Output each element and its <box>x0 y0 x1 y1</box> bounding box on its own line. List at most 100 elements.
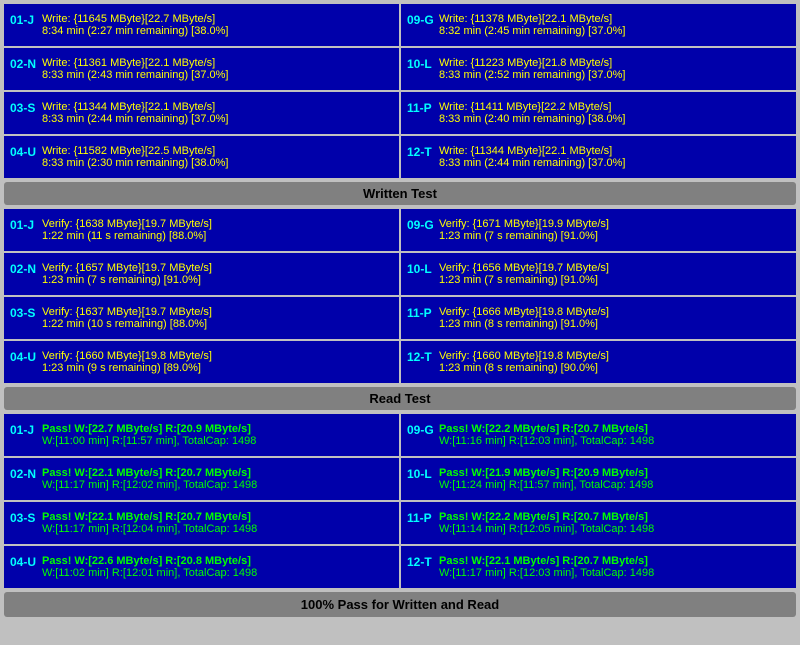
device-label: 03-S <box>10 511 38 525</box>
device-cell: 04-U Pass! W:[22.6 MByte/s] R:[20.8 MByte… <box>4 546 399 588</box>
device-cell: 10-L Write: {11223 MByte}[21.8 MByte/s]8:… <box>401 48 796 90</box>
device-cell: 02-N Write: {11361 MByte}[22.1 MByte/s]8:… <box>4 48 399 90</box>
device-label: 02-N <box>10 57 38 71</box>
device-cell: 04-U Verify: {1660 MByte}[19.8 MByte/s]1:… <box>4 341 399 383</box>
cell-line2: 8:33 min (2:40 min remaining) [38.0%] <box>439 113 790 125</box>
device-label: 12-T <box>407 555 435 569</box>
cell-line1: Pass! W:[22.1 MByte/s] R:[20.7 MByte/s] <box>42 467 393 479</box>
device-label: 10-L <box>407 57 435 71</box>
cell-line1: Pass! W:[22.7 MByte/s] R:[20.9 MByte/s] <box>42 423 393 435</box>
device-label: 04-U <box>10 145 38 159</box>
cell-line1: Write: {11411 MByte}[22.2 MByte/s] <box>439 101 790 113</box>
device-label: 01-J <box>10 13 38 27</box>
device-label: 10-L <box>407 467 435 481</box>
cell-line2: W:[11:00 min] R:[11:57 min], TotalCap: 1… <box>42 435 393 447</box>
device-cell: 11-P Write: {11411 MByte}[22.2 MByte/s]8:… <box>401 92 796 134</box>
read-grid: 01-J Pass! W:[22.7 MByte/s] R:[20.9 MByte… <box>4 414 796 588</box>
cell-line2: 1:23 min (9 s remaining) [89.0%] <box>42 362 393 374</box>
cell-line2: 8:33 min (2:30 min remaining) [38.0%] <box>42 157 393 169</box>
footer-status: 100% Pass for Written and Read <box>4 592 796 617</box>
device-label: 12-T <box>407 350 435 364</box>
device-cell: 12-T Verify: {1660 MByte}[19.8 MByte/s]1:… <box>401 341 796 383</box>
device-cell: 09-G Verify: {1671 MByte}[19.9 MByte/s]1:… <box>401 209 796 251</box>
device-cell: 02-N Verify: {1657 MByte}[19.7 MByte/s]1:… <box>4 253 399 295</box>
read-section: 01-J Pass! W:[22.7 MByte/s] R:[20.9 MByte… <box>4 414 796 588</box>
device-label: 10-L <box>407 262 435 276</box>
cell-line1: Write: {11344 MByte}[22.1 MByte/s] <box>439 145 790 157</box>
device-label: 02-N <box>10 262 38 276</box>
device-label: 12-T <box>407 145 435 159</box>
device-cell: 03-S Write: {11344 MByte}[22.1 MByte/s]8:… <box>4 92 399 134</box>
cell-line2: 8:33 min (2:43 min remaining) [37.0%] <box>42 69 393 81</box>
device-cell: 03-S Pass! W:[22.1 MByte/s] R:[20.7 MByte… <box>4 502 399 544</box>
cell-line1: Verify: {1656 MByte}[19.7 MByte/s] <box>439 262 790 274</box>
device-label: 09-G <box>407 13 435 27</box>
cell-line2: W:[11:14 min] R:[12:05 min], TotalCap: 1… <box>439 523 790 535</box>
device-cell: 09-GPass! W:[22.2 MByte/s] R:[20.7 MByte… <box>401 414 796 456</box>
device-cell: 04-U Write: {11582 MByte}[22.5 MByte/s]8:… <box>4 136 399 178</box>
verify-section: 01-JVerify: {1638 MByte}[19.7 MByte/s]1:… <box>4 209 796 383</box>
cell-line2: W:[11:17 min] R:[12:04 min], TotalCap: 1… <box>42 523 393 535</box>
device-cell: 01-J Write: {11645 MByte}[22.7 MByte/s]8:… <box>4 4 399 46</box>
cell-line1: Write: {11582 MByte}[22.5 MByte/s] <box>42 145 393 157</box>
device-label: 03-S <box>10 306 38 320</box>
device-cell: 12-T Write: {11344 MByte}[22.1 MByte/s]8:… <box>401 136 796 178</box>
device-cell: 09-GWrite: {11378 MByte}[22.1 MByte/s]8:… <box>401 4 796 46</box>
device-label: 04-U <box>10 350 38 364</box>
cell-line1: Verify: {1660 MByte}[19.8 MByte/s] <box>42 350 393 362</box>
device-cell: 11-P Verify: {1666 MByte}[19.8 MByte/s]1:… <box>401 297 796 339</box>
device-cell: 12-T Pass! W:[22.1 MByte/s] R:[20.7 MByte… <box>401 546 796 588</box>
cell-line1: Pass! W:[22.2 MByte/s] R:[20.7 MByte/s] <box>439 511 790 523</box>
cell-line1: Verify: {1666 MByte}[19.8 MByte/s] <box>439 306 790 318</box>
cell-line2: W:[11:16 min] R:[12:03 min], TotalCap: 1… <box>439 435 790 447</box>
device-label: 11-P <box>407 511 435 525</box>
cell-line2: 1:23 min (7 s remaining) [91.0%] <box>42 274 393 286</box>
cell-line2: 1:23 min (8 s remaining) [90.0%] <box>439 362 790 374</box>
device-label: 01-J <box>10 423 38 437</box>
cell-line2: W:[11:24 min] R:[11:57 min], TotalCap: 1… <box>439 479 790 491</box>
cell-line1: Write: {11645 MByte}[22.7 MByte/s] <box>42 13 393 25</box>
device-cell: 01-J Pass! W:[22.7 MByte/s] R:[20.9 MByte… <box>4 414 399 456</box>
device-cell: 02-N Pass! W:[22.1 MByte/s] R:[20.7 MByte… <box>4 458 399 500</box>
device-label: 11-P <box>407 306 435 320</box>
device-label: 11-P <box>407 101 435 115</box>
device-label: 02-N <box>10 467 38 481</box>
cell-line2: 1:22 min (10 s remaining) [88.0%] <box>42 318 393 330</box>
write-section: 01-JWrite: {11645 MByte}[22.7 MByte/s]8:… <box>4 4 796 205</box>
cell-line1: Write: {11361 MByte}[22.1 MByte/s] <box>42 57 393 69</box>
device-cell: 03-S Verify: {1637 MByte}[19.7 MByte/s]1:… <box>4 297 399 339</box>
cell-line1: Write: {11378 MByte}[22.1 MByte/s] <box>439 13 790 25</box>
cell-line1: Verify: {1660 MByte}[19.8 MByte/s] <box>439 350 790 362</box>
cell-line1: Write: {11223 MByte}[21.8 MByte/s] <box>439 57 790 69</box>
cell-line1: Verify: {1671 MByte}[19.9 MByte/s] <box>439 218 790 230</box>
cell-line2: 1:23 min (7 s remaining) [91.0%] <box>439 274 790 286</box>
cell-line2: 8:33 min (2:44 min remaining) [37.0%] <box>42 113 393 125</box>
device-label: 09-G <box>407 218 435 232</box>
cell-line2: 1:22 min (11 s remaining) [88.0%] <box>42 230 393 242</box>
device-label: 01-J <box>10 218 38 232</box>
cell-line1: Pass! W:[22.6 MByte/s] R:[20.8 MByte/s] <box>42 555 393 567</box>
cell-line2: W:[11:17 min] R:[12:02 min], TotalCap: 1… <box>42 479 393 491</box>
cell-line2: 8:33 min (2:52 min remaining) [37.0%] <box>439 69 790 81</box>
cell-line1: Pass! W:[22.1 MByte/s] R:[20.7 MByte/s] <box>42 511 393 523</box>
write-grid: 01-JWrite: {11645 MByte}[22.7 MByte/s]8:… <box>4 4 796 178</box>
cell-line1: Pass! W:[21.9 MByte/s] R:[20.9 MByte/s] <box>439 467 790 479</box>
cell-line2: 1:23 min (7 s remaining) [91.0%] <box>439 230 790 242</box>
read-header: Read Test <box>4 387 796 410</box>
cell-line2: 8:33 min (2:44 min remaining) [37.0%] <box>439 157 790 169</box>
cell-line1: Verify: {1637 MByte}[19.7 MByte/s] <box>42 306 393 318</box>
cell-line2: W:[11:02 min] R:[12:01 min], TotalCap: 1… <box>42 567 393 579</box>
cell-line1: Verify: {1638 MByte}[19.7 MByte/s] <box>42 218 393 230</box>
cell-line1: Pass! W:[22.1 MByte/s] R:[20.7 MByte/s] <box>439 555 790 567</box>
cell-line1: Verify: {1657 MByte}[19.7 MByte/s] <box>42 262 393 274</box>
device-label: 09-G <box>407 423 435 437</box>
verify-grid: 01-JVerify: {1638 MByte}[19.7 MByte/s]1:… <box>4 209 796 383</box>
cell-line2: W:[11:17 min] R:[12:03 min], TotalCap: 1… <box>439 567 790 579</box>
cell-line1: Write: {11344 MByte}[22.1 MByte/s] <box>42 101 393 113</box>
cell-line2: 8:34 min (2:27 min remaining) [38.0%] <box>42 25 393 37</box>
device-label: 04-U <box>10 555 38 569</box>
cell-line2: 1:23 min (8 s remaining) [91.0%] <box>439 318 790 330</box>
device-label: 03-S <box>10 101 38 115</box>
device-cell: 10-L Pass! W:[21.9 MByte/s] R:[20.9 MByte… <box>401 458 796 500</box>
device-cell: 10-L Verify: {1656 MByte}[19.7 MByte/s]1:… <box>401 253 796 295</box>
